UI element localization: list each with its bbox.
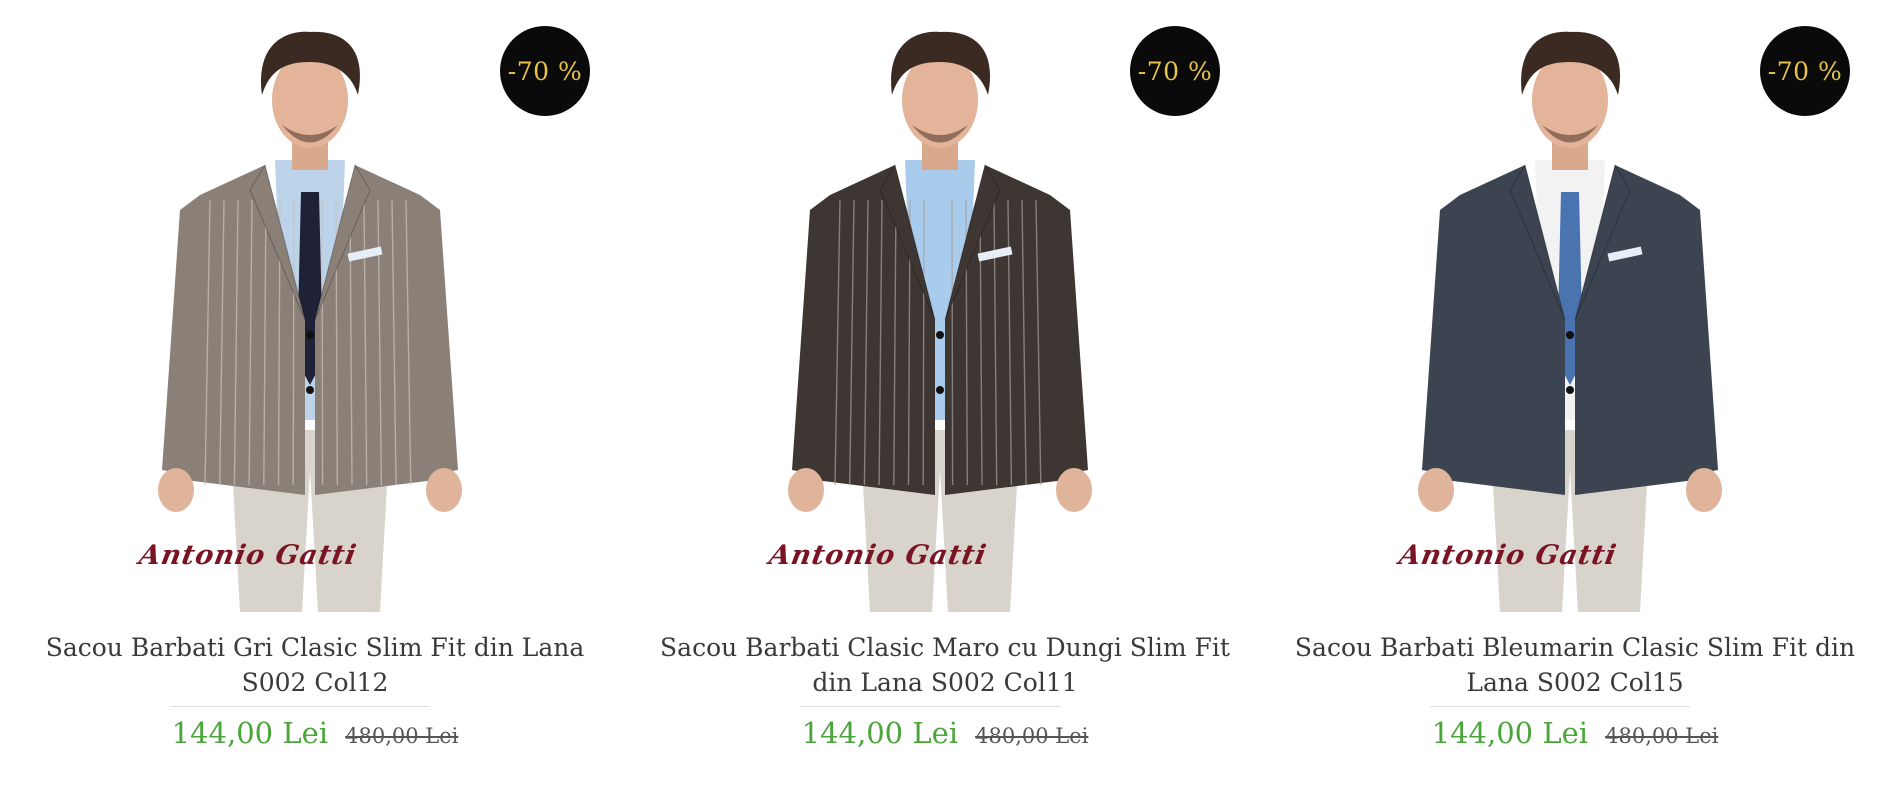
- product-title[interactable]: Sacou Barbati Clasic Maro cu Dungi Slim …: [650, 630, 1240, 700]
- discount-badge: -70 %: [1130, 26, 1220, 116]
- brand-logo: Antonio Gatti: [136, 540, 360, 571]
- jacket-button: [936, 331, 944, 339]
- jacket-stripe: [292, 199, 295, 486]
- product-image[interactable]: -70 % Antonio Gatti: [0, 0, 630, 615]
- sale-price: 144,00 Lei: [171, 716, 329, 750]
- hand-right: [426, 468, 462, 512]
- jacket-stripe: [951, 199, 954, 486]
- price-block: 144,00 Lei 480,00 Lei: [0, 716, 630, 750]
- jacket-stripe: [321, 199, 324, 486]
- product-card[interactable]: -70 % Antonio Gatti Sacou Barbati Clasic…: [630, 0, 1260, 788]
- brand-logo: Antonio Gatti: [766, 540, 990, 571]
- product-image[interactable]: -70 % Antonio Gatti: [1260, 0, 1890, 615]
- hand-left: [158, 468, 194, 512]
- hand-left: [788, 468, 824, 512]
- product-title[interactable]: Sacou Barbati Gri Clasic Slim Fit din La…: [20, 630, 610, 700]
- discount-badge: -70 %: [1760, 26, 1850, 116]
- product-title[interactable]: Sacou Barbati Bleumarin Clasic Slim Fit …: [1280, 630, 1870, 700]
- sale-price: 144,00 Lei: [801, 716, 959, 750]
- product-card[interactable]: -70 % Antonio Gatti Sacou Barbati Gri Cl…: [0, 0, 630, 788]
- divider: [170, 706, 430, 707]
- product-image[interactable]: -70 % Antonio Gatti: [630, 0, 1260, 615]
- jacket-button: [936, 386, 944, 394]
- original-price: 480,00 Lei: [345, 724, 459, 748]
- divider: [800, 706, 1060, 707]
- price-block: 144,00 Lei 480,00 Lei: [630, 716, 1260, 750]
- jacket-button: [306, 331, 314, 339]
- divider: [1430, 706, 1690, 707]
- original-price: 480,00 Lei: [1605, 724, 1719, 748]
- hand-right: [1686, 468, 1722, 512]
- brand-logo: Antonio Gatti: [1396, 540, 1620, 571]
- jacket-button: [306, 386, 314, 394]
- jacket-button: [1566, 386, 1574, 394]
- price-block: 144,00 Lei 480,00 Lei: [1260, 716, 1890, 750]
- original-price: 480,00 Lei: [975, 724, 1089, 748]
- sale-price: 144,00 Lei: [1431, 716, 1589, 750]
- discount-badge: -70 %: [500, 26, 590, 116]
- jacket-button: [1566, 331, 1574, 339]
- product-card[interactable]: -70 % Antonio Gatti Sacou Barbati Bleuma…: [1260, 0, 1890, 788]
- product-grid: -70 % Antonio Gatti Sacou Barbati Gri Cl…: [0, 0, 1890, 788]
- hand-left: [1418, 468, 1454, 512]
- jacket-stripe: [922, 199, 925, 486]
- hand-right: [1056, 468, 1092, 512]
